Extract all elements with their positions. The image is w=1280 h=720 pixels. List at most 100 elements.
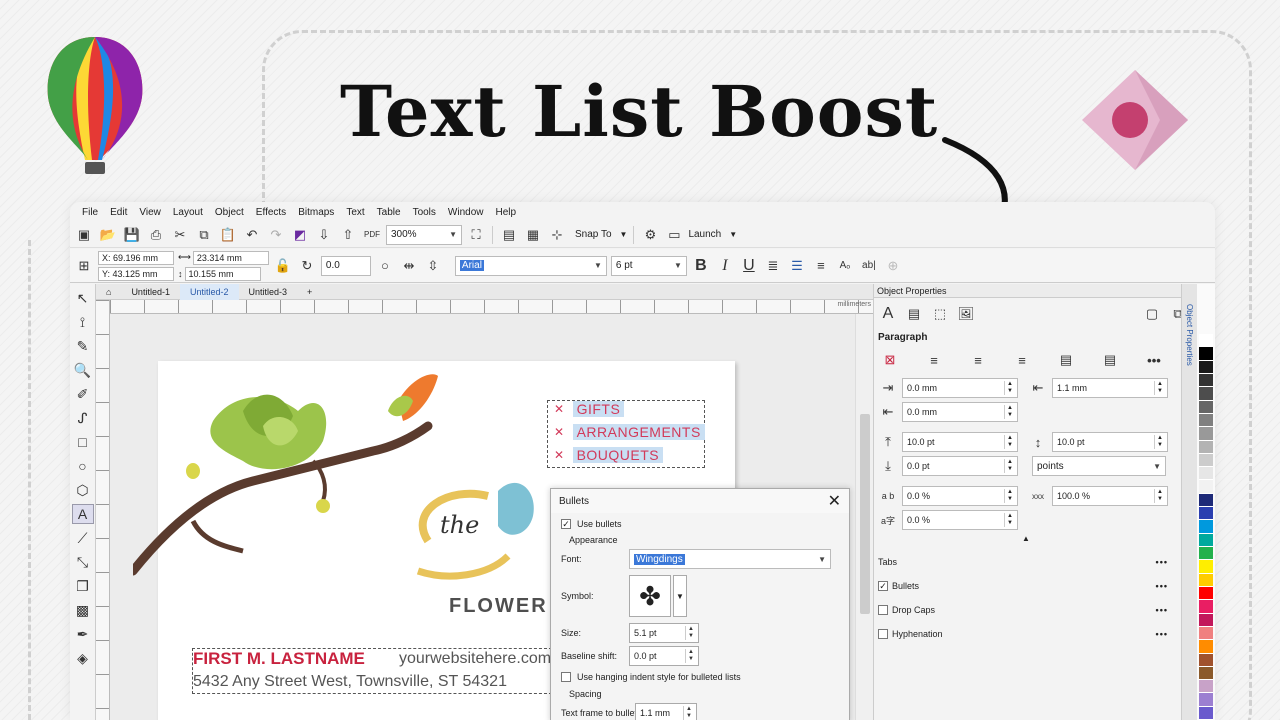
ellipse-tool-icon[interactable]: ○ [72, 456, 94, 476]
color-swatch[interactable] [1199, 373, 1213, 388]
menu-help[interactable]: Help [490, 207, 523, 218]
no-align-icon[interactable]: ⊠ [880, 350, 900, 370]
image-tab-icon[interactable]: 🖼 [956, 304, 976, 324]
paste-icon[interactable]: 📋 [218, 225, 238, 245]
menu-bitmaps[interactable]: Bitmaps [292, 207, 340, 218]
align-center-icon[interactable]: ≡ [968, 350, 988, 370]
menu-layout[interactable]: Layout [167, 207, 209, 218]
color-swatch[interactable] [1199, 400, 1213, 414]
polygon-tool-icon[interactable]: ⬡ [72, 480, 94, 500]
text-align-icon[interactable]: ≣ [763, 256, 783, 276]
more-options-icon[interactable]: ••• [1156, 629, 1168, 639]
snap-to-menu[interactable]: Snap To [571, 229, 616, 240]
gear-icon[interactable]: ⚙ [640, 225, 660, 245]
color-swatch[interactable] [1199, 666, 1213, 681]
color-swatch[interactable] [1199, 640, 1213, 654]
x-position-field[interactable]: X: 69.196 mm [98, 250, 174, 265]
menu-file[interactable]: File [76, 207, 104, 218]
parallel-dimension-icon[interactable]: ⟋ [72, 528, 94, 548]
color-swatch[interactable] [1199, 533, 1213, 547]
align-left-icon[interactable]: ≡ [924, 350, 944, 370]
publish-pdf-icon[interactable]: PDF [362, 225, 382, 245]
italic-icon[interactable]: I [715, 256, 735, 276]
underline-icon[interactable]: U [739, 256, 759, 276]
color-swatch[interactable] [1199, 453, 1213, 468]
color-swatch[interactable] [1199, 693, 1213, 707]
more-options-icon[interactable]: ••• [1156, 557, 1168, 567]
language-spacing-field[interactable]: 0.0 % ▲ ▼ [902, 510, 1018, 530]
reference-point-icon[interactable]: ⊞ [74, 256, 94, 276]
copy-icon[interactable]: ⧉ [194, 225, 214, 245]
open-icon[interactable]: 📂 [98, 225, 118, 245]
color-swatch[interactable] [1199, 706, 1213, 720]
menu-window[interactable]: Window [442, 207, 490, 218]
paragraph-tab-icon[interactable]: ▤ [904, 304, 924, 324]
menu-edit[interactable]: Edit [104, 207, 133, 218]
launch-icon[interactable]: ▭ [664, 225, 684, 245]
home-icon[interactable]: ⌂ [96, 284, 121, 300]
bullet-list-icon[interactable]: ☰ [787, 256, 807, 276]
menu-text[interactable]: Text [340, 207, 370, 218]
bullets-checkbox[interactable]: ✓ [878, 581, 888, 591]
connector-tool-icon[interactable]: ⤡ [72, 552, 94, 572]
right-indent-field[interactable]: 0.0 mm ▲ ▼ [902, 402, 1018, 422]
y-position-field[interactable]: Y: 43.125 mm [98, 266, 174, 281]
object-properties-tab[interactable]: Object Properties [1185, 304, 1194, 366]
transparency-tool-icon[interactable]: ▩ [72, 600, 94, 620]
mirror-vertical-icon[interactable]: ⇳ [423, 256, 443, 276]
rectangle-tool-icon[interactable]: □ [72, 432, 94, 452]
justify-icon[interactable]: ▤ [1056, 350, 1076, 370]
save-icon[interactable]: 💾 [122, 225, 142, 245]
more-options-icon[interactable]: ••• [1156, 581, 1168, 591]
import-icon[interactable]: ⇩ [314, 225, 334, 245]
add-icon[interactable]: ⊕ [883, 256, 903, 276]
mirror-horizontal-icon[interactable]: ⇹ [399, 256, 419, 276]
menu-object[interactable]: Object [209, 207, 250, 218]
zoom-tool-icon[interactable]: 🔍 [72, 360, 94, 380]
color-swatch[interactable] [1199, 347, 1213, 361]
export-icon[interactable]: ⇧ [338, 225, 358, 245]
bullets-section[interactable]: ✓ Bullets ••• [878, 578, 1168, 594]
redo-icon[interactable]: ↷ [266, 225, 286, 245]
color-swatch[interactable] [1199, 387, 1213, 401]
line-spacing-field[interactable]: 10.0 pt ▲ ▼ [1052, 432, 1168, 452]
menu-effects[interactable]: Effects [250, 207, 292, 218]
launch-menu[interactable]: Launch [688, 229, 721, 240]
more-options-icon[interactable]: ••• [1144, 350, 1164, 370]
shape-tool-icon[interactable]: ⟟ [72, 312, 94, 332]
menu-view[interactable]: View [133, 207, 167, 218]
tab-untitled-3[interactable]: Untitled-3 [239, 284, 298, 300]
collapse-icon[interactable]: ▲ [1022, 534, 1030, 543]
show-grid-icon[interactable]: ▦ [523, 225, 543, 245]
color-swatch[interactable] [1199, 493, 1213, 508]
character-tab-icon[interactable]: A [878, 304, 898, 324]
pick-tool-icon[interactable]: ↖ [72, 288, 94, 308]
first-line-indent-field[interactable]: 1.1 mm ▲ ▼ [1052, 378, 1168, 398]
color-swatch[interactable] [1199, 520, 1213, 534]
contact-text-frame[interactable]: FIRST M. LASTNAME yourwebsitehere.com 54… [192, 648, 552, 694]
frame-icon[interactable]: ▢ [1142, 304, 1162, 324]
color-swatch[interactable] [1199, 573, 1213, 587]
color-swatch[interactable] [1199, 467, 1213, 481]
eyedropper-tool-icon[interactable]: ✒ [72, 624, 94, 644]
add-tab-icon[interactable]: + [297, 284, 322, 300]
chevron-down-icon[interactable]: ▼ [673, 575, 687, 617]
frame-tab-icon[interactable]: ⬚ [930, 304, 950, 324]
space-after-field[interactable]: 0.0 pt ▲ ▼ [902, 456, 1018, 476]
spacing-units-select[interactable]: points ▼ [1032, 456, 1166, 476]
color-swatch[interactable] [1199, 507, 1213, 521]
lock-ratio-icon[interactable]: 🔓 [273, 256, 293, 276]
drop-caps-section[interactable]: Drop Caps ••• [878, 602, 1168, 618]
font-size-select[interactable]: 6 pt ▼ [610, 255, 687, 276]
color-swatch[interactable] [1199, 480, 1213, 494]
menu-tools[interactable]: Tools [407, 207, 442, 218]
edit-text-icon[interactable]: ab| [859, 256, 879, 276]
vertical-ruler[interactable] [96, 300, 110, 720]
color-swatch[interactable] [1199, 613, 1213, 627]
fill-tool-icon[interactable]: ◈ [72, 648, 94, 668]
color-swatch[interactable] [1199, 586, 1213, 601]
color-swatch[interactable] [1199, 440, 1213, 454]
height-field[interactable]: 10.155 mm [184, 266, 261, 281]
hyphenation-section[interactable]: Hyphenation ••• [878, 626, 1168, 642]
rotation-field[interactable]: 0.0 [320, 255, 371, 276]
